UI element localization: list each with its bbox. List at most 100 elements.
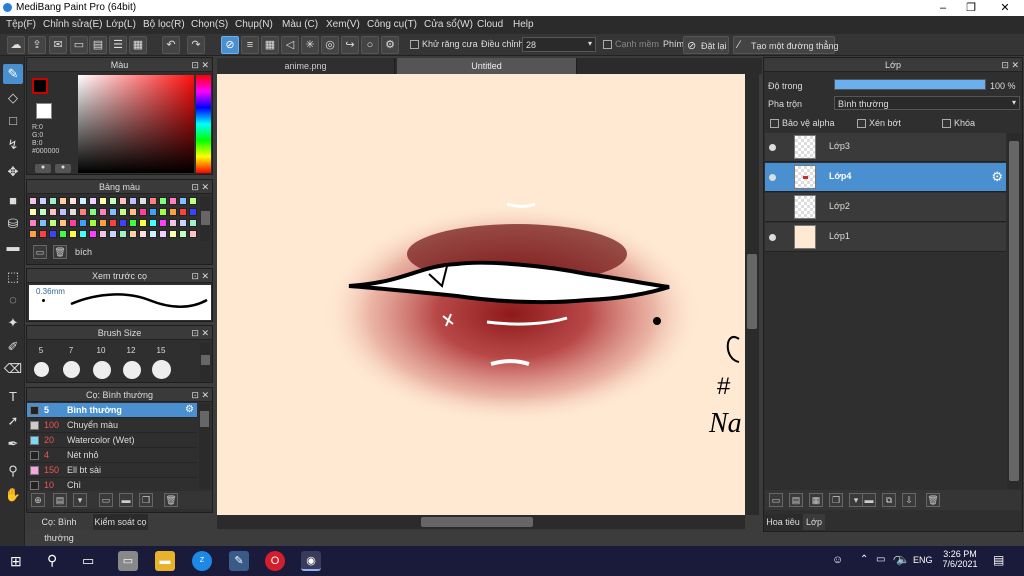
palette-swatch[interactable]	[119, 219, 127, 227]
grid-icon[interactable]: ▦	[129, 36, 147, 54]
panel-close-icon[interactable]: ⊡ ✕	[191, 388, 209, 402]
lock-checkbox[interactable]	[942, 119, 951, 128]
palette-swatch[interactable]	[79, 197, 87, 205]
maximize-button[interactable]: ❐	[956, 0, 986, 16]
paint-app-icon[interactable]: ✎	[229, 551, 249, 571]
menu-view[interactable]: Xem(V)	[326, 19, 360, 30]
adjust-dropdown[interactable]: 28 ▾	[522, 37, 596, 52]
palette-swatch[interactable]	[99, 219, 107, 227]
menu-select[interactable]: Chọn(S)	[191, 19, 228, 30]
new-palette-icon[interactable]: ▭	[33, 245, 47, 259]
palette-swatch[interactable]	[39, 230, 47, 238]
palette-swatch[interactable]	[49, 230, 57, 238]
palette-swatch[interactable]	[69, 219, 77, 227]
merge-layer-icon[interactable]: ⇩	[902, 493, 916, 507]
brush-tool-icon[interactable]: ✎	[3, 64, 23, 84]
brush-item[interactable]: 20 Watercolor (Wet)	[27, 433, 197, 448]
brush-size-12[interactable]: 12	[117, 346, 145, 355]
eye-icon[interactable]	[769, 174, 776, 181]
select-pen-icon[interactable]: ✐	[3, 337, 23, 357]
brush-item[interactable]: 150 Ell bt sài	[27, 463, 197, 478]
palette-swatch[interactable]	[129, 230, 137, 238]
palette-swatch[interactable]	[119, 230, 127, 238]
text-tool-icon[interactable]: T	[3, 387, 23, 407]
palette-swatch[interactable]	[129, 208, 137, 216]
palette-swatch[interactable]	[189, 230, 197, 238]
palette-swatch[interactable]	[109, 208, 117, 216]
menu-window[interactable]: Cửa sổ(W)	[424, 19, 473, 30]
tab-anime-png[interactable]: anime.png	[217, 58, 395, 74]
people-icon[interactable]: ☺	[832, 554, 843, 566]
clock[interactable]: 3:26 PM 7/6/2021	[941, 549, 979, 569]
brush-size-15[interactable]: 15	[147, 346, 175, 355]
layer-list-scrollbar[interactable]	[1007, 133, 1021, 489]
canvas-horizontal-scrollbar[interactable]	[217, 515, 745, 529]
layer-row[interactable]: Lớp3	[765, 133, 1006, 162]
move-tool-icon[interactable]: ✥	[3, 162, 23, 182]
palette-swatches[interactable]	[29, 197, 199, 241]
palette-swatch[interactable]	[139, 219, 147, 227]
brush-size-dot[interactable]	[34, 362, 49, 377]
brush-size-7[interactable]: 7	[57, 346, 85, 355]
menu-help[interactable]: Help	[513, 19, 534, 30]
add-layer-menu-icon[interactable]: ▾	[849, 493, 863, 507]
palette-swatch[interactable]	[89, 230, 97, 238]
layer-folder-icon[interactable]: ▬	[862, 493, 876, 507]
close-button[interactable]: ✕	[990, 0, 1020, 16]
brush-size-10[interactable]: 10	[87, 346, 115, 355]
layer-row[interactable]: Lớp4 ⚙	[765, 163, 1006, 192]
brush-size-dot[interactable]	[123, 361, 141, 379]
palette-swatch[interactable]	[149, 197, 157, 205]
palette-swatch[interactable]	[49, 208, 57, 216]
redo-icon[interactable]: ↷	[187, 36, 205, 54]
palette-swatch[interactable]	[159, 219, 167, 227]
palette-swatch[interactable]	[159, 208, 167, 216]
antialias-checkbox[interactable]	[410, 40, 419, 49]
brush-size-dot[interactable]	[152, 360, 171, 379]
gear-icon[interactable]: ⚙	[991, 169, 1003, 185]
brush-size-dot[interactable]	[93, 361, 111, 379]
cloud-icon[interactable]: ☁	[7, 36, 25, 54]
palette-swatch[interactable]	[149, 208, 157, 216]
palette-swatch[interactable]	[39, 219, 47, 227]
notification-icon[interactable]: ▤	[993, 553, 1004, 567]
cross-snap-icon[interactable]: ▦	[261, 36, 279, 54]
palette-swatch[interactable]	[99, 197, 107, 205]
color-swap-button[interactable]: ●	[55, 164, 71, 173]
palette-swatch[interactable]	[179, 197, 187, 205]
palette-swatch[interactable]	[109, 197, 117, 205]
panel-close-icon[interactable]: ⊡ ✕	[191, 58, 209, 72]
palette-swatch[interactable]	[29, 230, 37, 238]
brush-folder-icon[interactable]: ▬	[119, 493, 133, 507]
palette-swatch[interactable]	[99, 208, 107, 216]
palette-swatch[interactable]	[69, 230, 77, 238]
tab-untitled[interactable]: Untitled	[397, 58, 577, 74]
foreground-color[interactable]	[32, 78, 48, 94]
operation-tool-icon[interactable]: ➚	[3, 411, 23, 431]
palette-swatch[interactable]	[119, 208, 127, 216]
palette-swatch[interactable]	[179, 208, 187, 216]
palette-swatch[interactable]	[159, 197, 167, 205]
palette-swatch[interactable]	[159, 230, 167, 238]
layer-row[interactable]: Lớp1	[765, 223, 1006, 252]
palette-swatch[interactable]	[189, 219, 197, 227]
saturation-value-picker[interactable]	[78, 75, 194, 173]
network-icon[interactable]: ▭	[876, 554, 885, 565]
soft-edge-checkbox[interactable]	[603, 40, 612, 49]
palette-swatch[interactable]	[189, 197, 197, 205]
tab-navigator[interactable]: Hoa tiêu	[764, 514, 802, 530]
palette-swatch[interactable]	[129, 197, 137, 205]
dot-tool-icon[interactable]: □	[3, 111, 23, 131]
menu-file[interactable]: Tệp(F)	[6, 19, 36, 30]
opacity-slider[interactable]	[834, 79, 986, 90]
select-tool-icon[interactable]: ⬚	[3, 267, 23, 287]
tab-layer[interactable]: Lớp	[803, 514, 825, 530]
file-explorer-icon[interactable]: ▬	[155, 551, 175, 571]
menu-cloud[interactable]: Cloud	[477, 19, 503, 30]
palette-swatch[interactable]	[79, 219, 87, 227]
protect-alpha-checkbox[interactable]	[770, 119, 779, 128]
panel-close-icon[interactable]: ⊡ ✕	[1001, 58, 1019, 72]
palette-swatch[interactable]	[169, 197, 177, 205]
palette-swatch[interactable]	[29, 219, 37, 227]
page-icon[interactable]: ▭	[70, 36, 88, 54]
